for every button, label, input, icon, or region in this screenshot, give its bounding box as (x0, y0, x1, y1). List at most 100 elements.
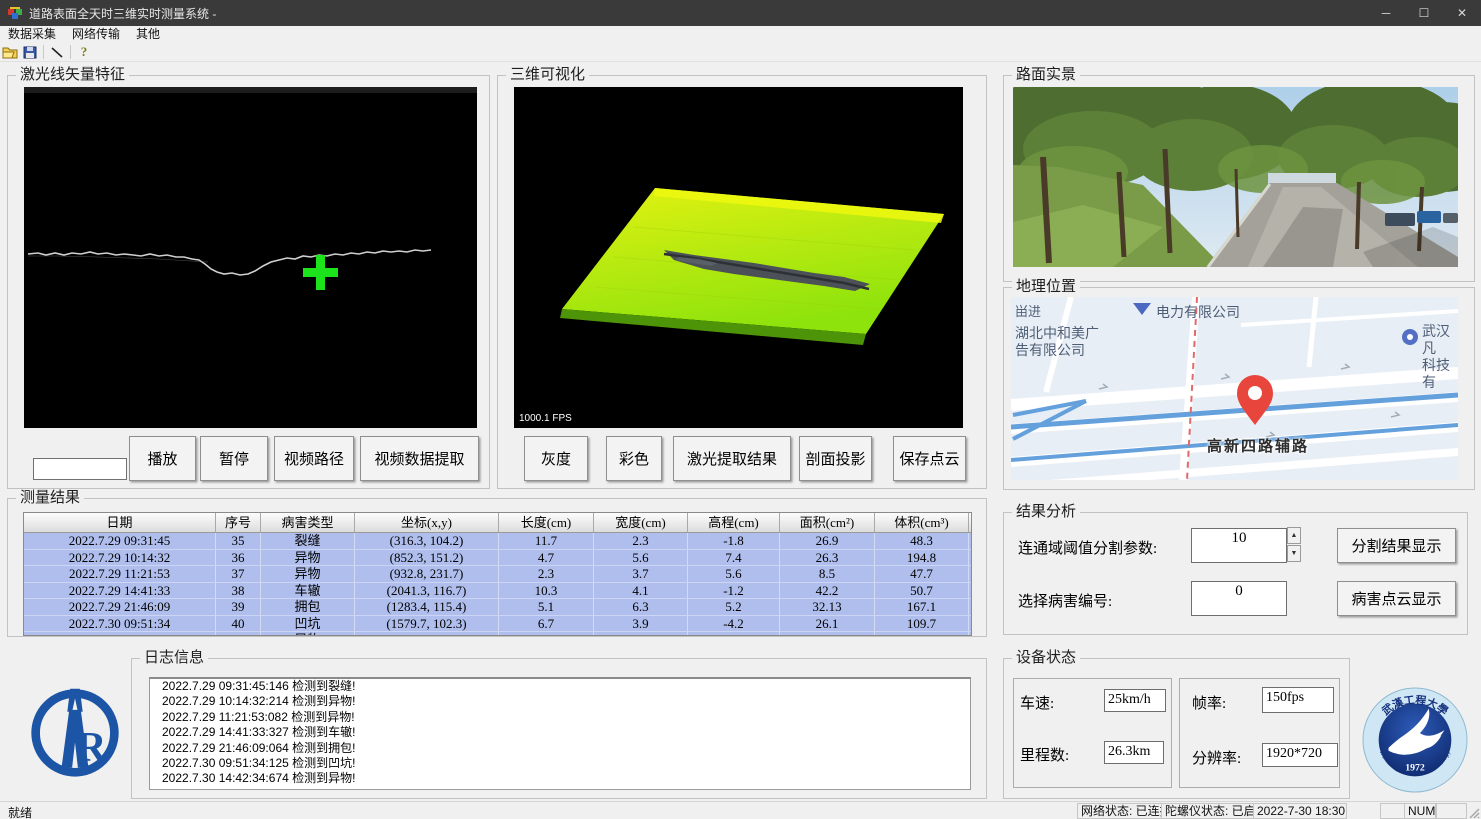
point-cloud-viewport[interactable]: 1000.1 FPS (514, 87, 963, 428)
table-cell: 109.7 (875, 616, 969, 632)
minimize-button[interactable]: ─ (1367, 0, 1405, 26)
line-tool-icon[interactable] (47, 44, 67, 60)
table-cell: 2.3 (499, 566, 594, 582)
table-cell: 32.13 (780, 599, 875, 615)
column-header[interactable]: 坐标(x,y) (355, 513, 499, 532)
table-cell: 47.7 (875, 566, 969, 582)
framerate-value: 150fps (1262, 687, 1334, 713)
map-label-tech-company: 武汉凡 科技有 (1422, 323, 1458, 391)
results-table: 日期 序号 病害类型 坐标(x,y) 长度(cm) 宽度(cm) 高程(cm) … (23, 512, 972, 636)
menu-data-collect[interactable]: 数据采集 (0, 26, 64, 43)
table-cell: 36 (216, 550, 261, 566)
wit-year: 1972 (1405, 762, 1425, 773)
maximize-button[interactable]: ☐ (1405, 0, 1443, 26)
save-icon[interactable] (20, 44, 40, 60)
column-header[interactable]: 病害类型 (261, 513, 355, 532)
color-button[interactable]: 彩色 (606, 436, 662, 481)
column-header[interactable]: 宽度(cm) (594, 513, 688, 532)
table-cell: 异物 (261, 632, 355, 636)
log-line: 2022.7.30 09:51:34:125 检测到凹坑! (150, 756, 970, 771)
table-cell: 异物 (261, 550, 355, 566)
table-row[interactable]: 2022.7.29 21:46:0939拥包(1283.4, 115.4)5.1… (24, 599, 971, 616)
log-line: 2022.7.29 21:46:09:064 检测到拥包! (150, 741, 970, 756)
menu-network[interactable]: 网络传输 (64, 26, 128, 43)
open-file-icon[interactable] (0, 44, 20, 60)
speed-label: 车速: (1020, 692, 1054, 713)
panel-title: 测量结果 (16, 489, 84, 507)
profile-projection-button[interactable]: 剖面投影 (799, 436, 872, 481)
framerate-label: 帧率: (1192, 692, 1226, 713)
log-line: 2022.7.29 09:31:45:146 检测到裂缝! (150, 679, 970, 694)
panel-map: 地理位置 (1003, 287, 1475, 490)
save-cloud-button[interactable]: 保存点云 (893, 436, 966, 481)
disease-id-input[interactable]: 0 (1191, 581, 1287, 616)
table-cell: 3.1 (499, 632, 594, 636)
table-cell: -4.2 (688, 616, 780, 632)
spinner-up-button[interactable]: ▲ (1287, 527, 1301, 544)
spinner-down-button[interactable]: ▼ (1287, 545, 1301, 562)
table-cell: 2.3 (594, 533, 688, 549)
window-title: 道路表面全天时三维实时测量系统 - (29, 5, 1367, 22)
column-header[interactable]: 体积(cm³) (875, 513, 969, 532)
table-row[interactable]: 2022.7.30 14:42:3441异物(1073.2, 133.2)3.1… (24, 632, 971, 636)
table-row[interactable]: 2022.7.29 09:31:4535裂缝(316.3, 104.2)11.7… (24, 533, 971, 550)
table-cell: 裂缝 (261, 533, 355, 549)
table-cell: (1579.7, 102.3) (355, 616, 499, 632)
table-cell: 7.4 (688, 550, 780, 566)
table-cell: 167.1 (875, 599, 969, 615)
play-button[interactable]: 播放 (129, 436, 196, 481)
video-path-input[interactable] (33, 458, 127, 480)
video-path-button[interactable]: 视频路径 (274, 436, 354, 481)
threshold-spinbox[interactable]: 10 (1191, 528, 1287, 563)
threshold-label: 连通域阈值分割参数: (1018, 537, 1157, 558)
ar-logo: R (27, 683, 123, 779)
resolution-label: 分辨率: (1192, 747, 1241, 768)
map-view: 畄进 电力有限公司 湖北中和美广 告有限公司 武汉凡 科技有 高新四路辅路 (1011, 297, 1458, 480)
laser-result-button[interactable]: 激光提取结果 (673, 436, 791, 481)
grayscale-button[interactable]: 灰度 (524, 436, 588, 481)
table-cell: 42.2 (780, 583, 875, 599)
log-list[interactable]: 2022.7.29 09:31:45:146 检测到裂缝!2022.7.29 1… (149, 677, 971, 790)
column-header[interactable]: 序号 (216, 513, 261, 532)
help-icon[interactable]: ? (74, 44, 94, 60)
disease-id-label: 选择病害编号: (1018, 590, 1112, 611)
results-table-header: 日期 序号 病害类型 坐标(x,y) 长度(cm) 宽度(cm) 高程(cm) … (24, 513, 971, 533)
status-network: 网络状态: 已连接 (1077, 803, 1162, 819)
table-cell: 194.8 (875, 550, 969, 566)
resize-grip[interactable] (1468, 807, 1480, 819)
panel-title: 设备状态 (1012, 649, 1080, 667)
panel-result-analysis: 结果分析 连通域阈值分割参数: 10 ▲ ▼ 分割结果显示 选择病害编号: 0 … (1003, 512, 1468, 635)
table-row[interactable]: 2022.7.30 09:51:3440凹坑(1579.7, 102.3)6.7… (24, 616, 971, 633)
map-label-ad-company: 湖北中和美广 告有限公司 (1015, 325, 1099, 359)
menu-other[interactable]: 其他 (128, 26, 168, 43)
panel-3d-visualization: 三维可视化 1000.1 FPS 灰度 (497, 75, 987, 489)
table-cell: (852.3, 151.2) (355, 550, 499, 566)
segment-result-button[interactable]: 分割结果显示 (1337, 528, 1456, 563)
table-row[interactable]: 2022.7.29 10:14:3236异物(852.3, 151.2)4.75… (24, 550, 971, 567)
video-extract-button[interactable]: 视频数据提取 (360, 436, 479, 481)
table-cell: 35 (216, 533, 261, 549)
disease-cloud-button[interactable]: 病害点云显示 (1337, 581, 1456, 616)
pause-button[interactable]: 暂停 (200, 436, 268, 481)
table-cell: (1073.2, 133.2) (355, 632, 499, 636)
table-row[interactable]: 2022.7.29 14:41:3338车辙(2041.3, 116.7)10.… (24, 583, 971, 600)
table-cell: 5.2 (688, 599, 780, 615)
table-cell: (2041.3, 116.7) (355, 583, 499, 599)
table-cell: 26.9 (780, 533, 875, 549)
table-row[interactable]: 2022.7.29 11:21:5337异物(932.8, 231.7)2.33… (24, 566, 971, 583)
table-cell: 2022.7.29 10:14:32 (24, 550, 216, 566)
column-header[interactable]: 长度(cm) (499, 513, 594, 532)
table-cell: 1.1 (688, 632, 780, 636)
column-header[interactable]: 面积(cm²) (780, 513, 875, 532)
column-header[interactable]: 日期 (24, 513, 216, 532)
table-cell: 拥包 (261, 599, 355, 615)
close-button[interactable]: ✕ (1443, 0, 1481, 26)
table-cell: (932.8, 231.7) (355, 566, 499, 582)
resolution-value: 1920*720 (1262, 743, 1338, 767)
table-cell: 10.3 (499, 583, 594, 599)
wit-logo: 武漢工程大學 Wuhan Institute of Technology 197… (1361, 686, 1469, 794)
column-header[interactable]: 高程(cm) (688, 513, 780, 532)
table-cell: 11.3 (780, 632, 875, 636)
status-gyro: 陀螺仪状态: 已启动 (1161, 803, 1254, 819)
table-cell: 6.3 (594, 599, 688, 615)
